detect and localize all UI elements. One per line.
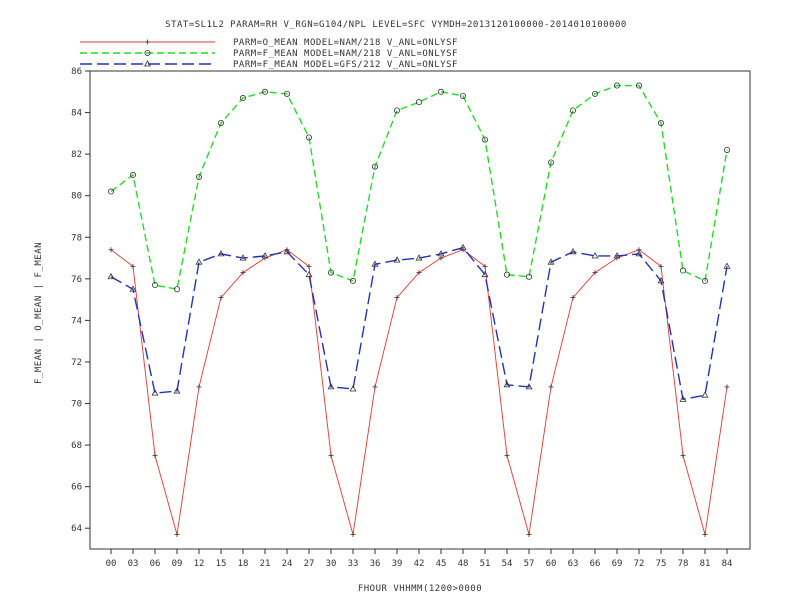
x-tick-label: 12: [194, 559, 205, 569]
x-tick-label: 09: [172, 559, 183, 569]
y-tick-label: 64: [71, 524, 82, 534]
x-tick-label: 60: [546, 559, 557, 569]
x-tick-label: 15: [216, 559, 227, 569]
series-2: [108, 82, 731, 293]
series-1-point: [438, 255, 444, 261]
x-tick-label: 45: [436, 559, 447, 569]
y-tick-label: 76: [71, 275, 82, 285]
plot-frame: [89, 70, 751, 550]
x-tick-label: 00: [106, 559, 117, 569]
x-axis-label: FHOUR VHHMM(1200>0000: [358, 584, 482, 594]
x-tick-label: 30: [326, 559, 337, 569]
y-tick-label: 68: [71, 441, 82, 451]
y-tick-label: 66: [71, 483, 82, 493]
series-1-point: [350, 531, 356, 537]
series-3-point: [701, 391, 709, 398]
x-tick-label: 66: [590, 559, 601, 569]
x-tick-label: 39: [392, 559, 403, 569]
y-tick-label: 80: [71, 192, 82, 202]
series-1-point: [702, 531, 708, 537]
series-1-point: [328, 452, 334, 458]
legend: PARM=O_MEAN MODEL=NAM/218 V_ANL=ONLYSFPA…: [80, 38, 458, 70]
y-tick-label: 70: [71, 400, 82, 410]
x-tick-label: 48: [458, 559, 469, 569]
series-3-point: [151, 389, 159, 396]
y-tick-label: 86: [71, 67, 82, 77]
y-tick-label: 74: [71, 316, 82, 326]
series-1-point: [548, 384, 554, 390]
legend-label: PARM=O_MEAN MODEL=NAM/218 V_ANL=ONLYSF: [233, 38, 458, 48]
x-tick-label: 36: [370, 559, 381, 569]
series-1-point: [526, 531, 532, 537]
series-1-point: [196, 384, 202, 390]
series-1-point: [504, 452, 510, 458]
x-tick-label: 03: [128, 559, 139, 569]
series-1-point: [372, 384, 378, 390]
series-1-point: [174, 531, 180, 537]
legend-entry: PARM=F_MEAN MODEL=GFS/212 V_ANL=ONLYSF: [80, 60, 458, 70]
x-tick-label: 21: [260, 559, 271, 569]
legend-entry: PARM=F_MEAN MODEL=NAM/218 V_ANL=ONLYSF: [80, 49, 458, 59]
x-tick-label: 57: [524, 559, 535, 569]
legend-label: PARM=F_MEAN MODEL=GFS/212 V_ANL=ONLYSF: [233, 60, 458, 70]
series-layer: [107, 82, 731, 537]
series-3-point: [107, 272, 115, 280]
x-tick-label: 33: [348, 559, 359, 569]
y-tick-label: 72: [71, 358, 82, 368]
x-tick-label: 51: [480, 559, 491, 569]
legend-label: PARM=F_MEAN MODEL=NAM/218 V_ANL=ONLYSF: [233, 49, 458, 59]
chart-title: STAT=SL1L2 PARAM=RH V_RGN=G104/NPL LEVEL…: [165, 20, 627, 30]
series-1-point: [724, 384, 730, 390]
x-tick-label: 84: [722, 559, 733, 569]
series-1-point: [145, 39, 150, 45]
series-1: [108, 247, 730, 537]
legend-entry: PARM=O_MEAN MODEL=NAM/218 V_ANL=ONLYSF: [80, 38, 458, 48]
x-tick-label: 81: [700, 559, 711, 569]
y-tick-label: 78: [71, 233, 82, 243]
y-tick-label: 82: [71, 150, 82, 160]
y-tick-label: 84: [71, 109, 82, 119]
x-tick-label: 75: [656, 559, 667, 569]
y-axis: 64 66 68 70 72 74 76 78 80 82 84 86: [71, 67, 90, 534]
series-1-line: [110, 249, 728, 535]
chart: STAT=SL1L2 PARAM=RH V_RGN=G104/NPL LEVEL…: [34, 20, 751, 594]
series-3-point: [305, 270, 313, 278]
x-tick-label: 54: [502, 559, 513, 569]
x-tick-label: 27: [304, 559, 315, 569]
x-tick-label: 63: [568, 559, 579, 569]
series-2-point: [570, 107, 577, 114]
x-tick-label: 72: [634, 559, 645, 569]
x-tick-label: 24: [282, 559, 293, 569]
x-tick-label: 69: [612, 559, 623, 569]
x-tick-label: 18: [238, 559, 249, 569]
x-axis: 00 03 06 09 12 15 18 21 24 27 30 33 36 39 42 45 48 51 54 57…: [106, 549, 733, 569]
x-tick-label: 06: [150, 559, 161, 569]
series-1-point: [680, 452, 686, 458]
series-2-line: [110, 84, 728, 291]
series-1-point: [152, 452, 158, 458]
x-tick-label: 78: [678, 559, 689, 569]
y-axis-label: F_MEAN | O_MEAN | F_MEAN: [34, 242, 44, 384]
series-3-point: [349, 385, 357, 392]
x-tick-label: 42: [414, 559, 425, 569]
